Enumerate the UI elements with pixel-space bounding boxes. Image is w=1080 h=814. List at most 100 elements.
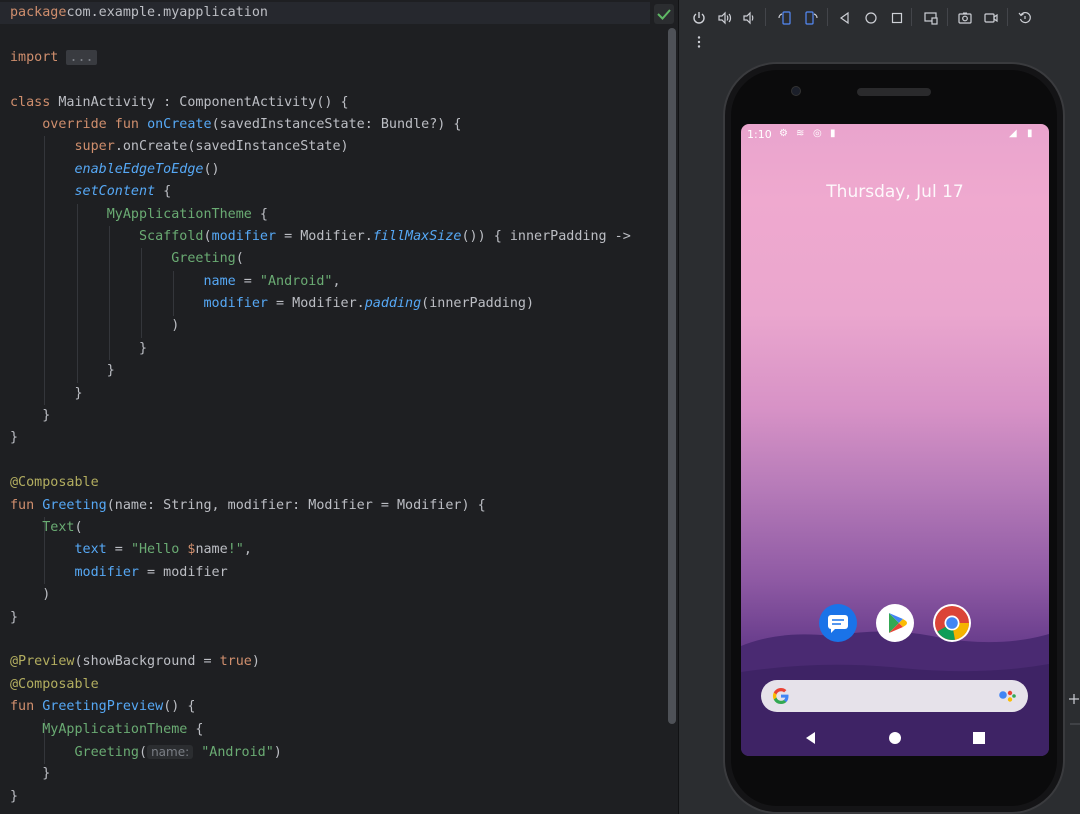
code-line[interactable]: } [10, 786, 631, 808]
code-token: ( [139, 744, 148, 760]
code-line[interactable]: } [10, 763, 631, 785]
home-icon[interactable] [861, 8, 881, 28]
code-token: import [10, 49, 59, 65]
battery-status-icon: ▮ [1027, 128, 1033, 139]
nav-back-icon[interactable] [803, 730, 819, 746]
folded-imports[interactable]: ... [66, 49, 97, 65]
code-token: "Hello [130, 542, 188, 558]
code-line[interactable] [10, 24, 631, 46]
code-text[interactable]: packagecom.example.myapplication import … [10, 2, 631, 808]
code-token: ) [10, 318, 180, 334]
code-token: ( [74, 519, 83, 535]
code-token: } [10, 430, 19, 446]
volume-up-icon[interactable] [715, 8, 735, 28]
code-line[interactable]: override fun onCreate(savedInstanceState… [10, 114, 631, 136]
code-line[interactable]: super.onCreate(savedInstanceState) [10, 136, 631, 158]
code-token: = modifier [139, 564, 228, 580]
code-line[interactable]: modifier = Modifier.padding(innerPadding… [10, 293, 631, 315]
code-token: = Modifier. [267, 296, 365, 312]
code-line[interactable]: modifier = modifier [10, 562, 631, 584]
code-token: ()) { innerPadding -> [461, 228, 631, 244]
code-line[interactable]: import ... [10, 47, 631, 69]
code-line[interactable]: @Preview(showBackground = true) [10, 651, 631, 673]
code-token: class [10, 94, 51, 110]
code-line[interactable]: MyApplicationTheme { [10, 204, 631, 226]
code-token: } [10, 408, 51, 424]
screenshot-icon[interactable] [955, 8, 975, 28]
code-line[interactable]: fun GreetingPreview() { [10, 696, 631, 718]
back-icon[interactable] [835, 8, 855, 28]
messages-icon[interactable] [819, 604, 857, 642]
more-icon[interactable] [689, 32, 709, 52]
rotate-left-icon[interactable] [775, 8, 795, 28]
rotate-right-icon[interactable] [801, 8, 821, 28]
code-line[interactable]: } [10, 607, 631, 629]
code-line[interactable]: @Composable [10, 674, 631, 696]
code-line[interactable]: } [10, 338, 631, 360]
code-line[interactable]: } [10, 360, 631, 382]
device-screen[interactable]: 1:10 ⚙ ≋ ◎ ▮ ◢ ▮ Thursday, Jul 17 [741, 124, 1049, 756]
code-token: MainActivity : ComponentActivity() { [50, 94, 349, 110]
code-line[interactable]: ) [10, 315, 631, 337]
overview-icon[interactable] [887, 8, 907, 28]
code-line[interactable]: Greeting( [10, 248, 631, 270]
code-editor[interactable]: packagecom.example.myapplication import … [0, 0, 678, 814]
assistant-icon[interactable] [998, 689, 1016, 703]
google-icon [772, 687, 789, 705]
code-line[interactable]: Scaffold(modifier = Modifier.fillMaxSize… [10, 226, 631, 248]
code-token: onCreate [147, 116, 212, 132]
code-line[interactable]: Greeting(name: "Android") [10, 741, 631, 763]
code-line[interactable]: } [10, 427, 631, 449]
screen-record-icon[interactable] [981, 8, 1001, 28]
emulator-panel: 1:10 ⚙ ≋ ◎ ▮ ◢ ▮ Thursday, Jul 17 [679, 0, 1080, 814]
code-token: !" [227, 542, 244, 558]
toolbar-separator [1007, 8, 1008, 26]
code-line[interactable]: class MainActivity : ComponentActivity()… [10, 92, 631, 114]
code-token: fun [10, 497, 35, 513]
code-line[interactable]: @Composable [10, 472, 631, 494]
editor-scrollbar[interactable] [668, 28, 676, 724]
code-line[interactable]: MyApplicationTheme { [10, 719, 631, 741]
code-line[interactable]: enableEdgeToEdge() [10, 159, 631, 181]
code-token: () { [163, 699, 196, 715]
nav-home-icon[interactable] [887, 730, 903, 746]
code-token: { [187, 721, 204, 737]
code-token: (innerPadding) [421, 296, 535, 312]
fold-icon[interactable] [921, 8, 941, 28]
code-line[interactable]: } [10, 405, 631, 427]
code-line[interactable] [10, 69, 631, 91]
code-token: } [10, 385, 83, 401]
code-line[interactable] [10, 450, 631, 472]
code-line[interactable] [10, 629, 631, 651]
power-icon[interactable] [689, 8, 709, 28]
code-token: () [203, 161, 220, 177]
google-search-bar[interactable] [761, 680, 1028, 712]
code-line[interactable]: } [10, 383, 631, 405]
check-icon[interactable] [654, 4, 674, 24]
code-line[interactable]: packagecom.example.myapplication [10, 2, 631, 24]
code-token: name [203, 273, 236, 289]
code-token: = [235, 273, 260, 289]
code-line[interactable]: name = "Android", [10, 271, 631, 293]
code-token: ) [10, 587, 51, 603]
code-token: name [195, 542, 228, 558]
nav-overview-icon[interactable] [971, 730, 987, 746]
code-line[interactable]: fun Greeting(name: String, modifier: Mod… [10, 495, 631, 517]
code-line[interactable]: Text( [10, 517, 631, 539]
code-token: com.example.myapplication [66, 5, 268, 20]
play-store-icon[interactable] [876, 604, 914, 642]
volume-down-icon[interactable] [739, 8, 759, 28]
chrome-icon[interactable] [933, 604, 971, 642]
code-line[interactable]: setContent { [10, 181, 631, 203]
reset-icon[interactable] [1015, 8, 1035, 28]
code-line[interactable]: ) [10, 584, 631, 606]
code-line[interactable]: text = "Hello $name!", [10, 539, 631, 561]
date-widget[interactable]: Thursday, Jul 17 [741, 182, 1049, 202]
